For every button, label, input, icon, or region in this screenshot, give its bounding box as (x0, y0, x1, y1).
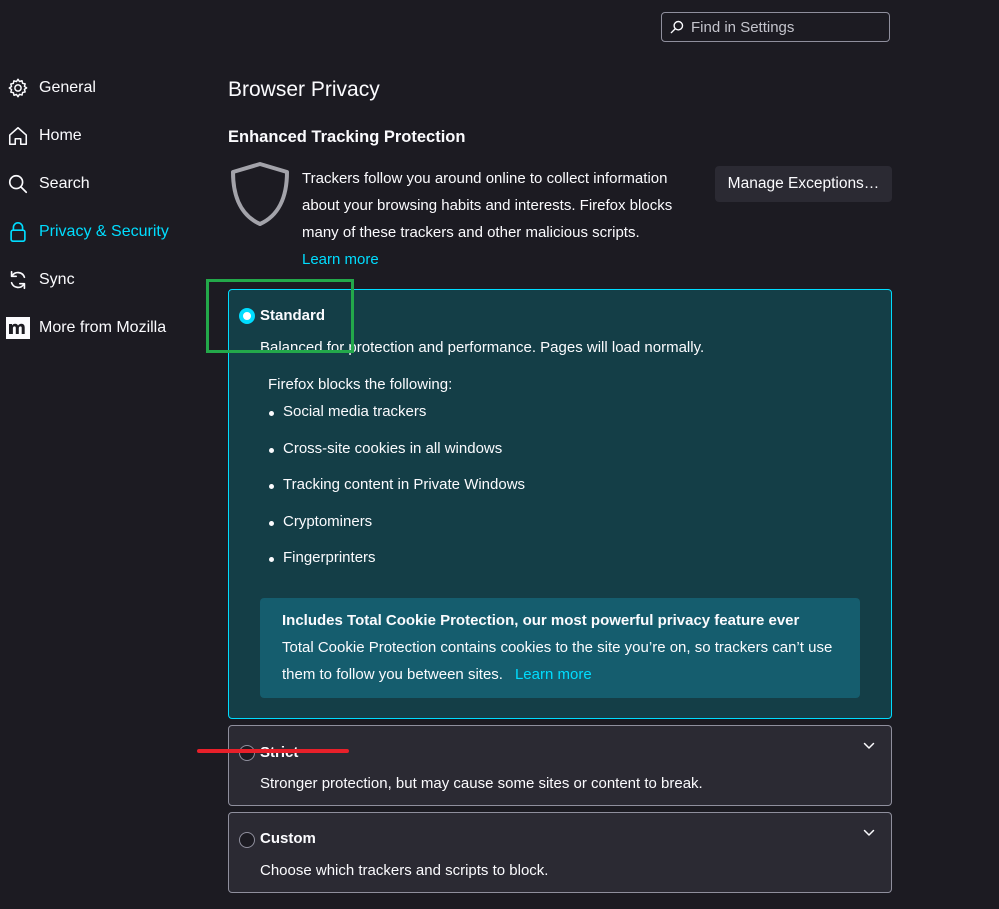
standard-title: Standard (260, 307, 326, 324)
strict-protection-card[interactable]: Strict Stronger protection, but may caus… (228, 725, 892, 806)
list-item: Cryptominers (268, 513, 525, 550)
list-item-label: Fingerprinters (283, 549, 376, 566)
sidebar-item-general[interactable]: General (6, 73, 96, 103)
list-item: Fingerprinters (268, 549, 525, 586)
search-icon (670, 20, 684, 34)
etp-description-block: Trackers follow you around online to col… (302, 165, 692, 273)
list-item: Social media trackers (268, 403, 525, 440)
settings-search-field[interactable] (661, 12, 890, 42)
etp-description: Trackers follow you around online to col… (302, 170, 673, 241)
strict-radio[interactable] (239, 745, 255, 761)
etp-heading: Enhanced Tracking Protection (228, 128, 466, 146)
chevron-down-icon[interactable] (863, 742, 875, 750)
custom-title: Custom (260, 830, 316, 847)
bullet-icon (269, 447, 274, 453)
list-item-label: Tracking content in Private Windows (283, 476, 526, 493)
search-input[interactable] (689, 17, 883, 37)
list-item-label: Social media trackers (283, 403, 427, 420)
sidebar-item-label: Home (39, 127, 82, 144)
bullet-icon (269, 411, 274, 416)
tcp-title: Includes Total Cookie Protection, our mo… (282, 612, 800, 629)
standard-radio[interactable] (239, 308, 255, 324)
list-item-label: Cryptominers (283, 512, 373, 530)
list-item-label: Cross-site cookies in all windows (283, 439, 503, 457)
list-item: Tracking content in Private Windows (268, 476, 525, 513)
sync-icon (6, 268, 30, 292)
chevron-down-icon[interactable] (863, 829, 875, 837)
search-icon (6, 172, 30, 196)
custom-protection-card[interactable]: Custom Choose which trackers and scripts… (228, 812, 892, 893)
sidebar-item-label: Privacy & Security (39, 223, 169, 240)
sidebar-item-more-from-mozilla[interactable]: More from Mozilla (6, 313, 166, 343)
bullet-icon (269, 520, 274, 526)
shield-icon (229, 160, 291, 232)
sidebar-item-label: General (39, 79, 96, 96)
lock-icon (6, 220, 30, 244)
mozilla-m-icon (6, 316, 30, 340)
etp-learn-more-link[interactable]: Learn more (302, 251, 379, 268)
list-item: Cross-site cookies in all windows (268, 440, 525, 477)
home-icon (6, 124, 30, 148)
gear-icon (6, 76, 30, 100)
tcp-body-block: Total Cookie Protection contains cookies… (282, 634, 838, 688)
sidebar-item-label: More from Mozilla (39, 319, 167, 336)
bullet-icon (269, 557, 274, 562)
sidebar-item-label: Sync (39, 271, 75, 288)
custom-radio[interactable] (239, 832, 255, 848)
sidebar-item-privacy-security[interactable]: Privacy & Security (6, 217, 169, 247)
blocks-heading: Firefox blocks the following: (268, 376, 453, 393)
sidebar-item-label: Search (39, 175, 90, 192)
blocked-list: Social media trackers Cross-site cookies… (268, 403, 525, 586)
sidebar-item-home[interactable]: Home (6, 121, 82, 151)
tcp-learn-more-link[interactable]: Learn more (515, 666, 592, 683)
custom-description: Choose which trackers and scripts to blo… (260, 862, 549, 879)
standard-protection-card[interactable]: Standard Balanced for protection and per… (228, 289, 892, 719)
page-title: Browser Privacy (228, 78, 380, 101)
sidebar-item-search[interactable]: Search (6, 169, 90, 199)
total-cookie-protection-banner: Includes Total Cookie Protection, our mo… (260, 598, 860, 698)
bullet-icon (269, 484, 274, 489)
manage-exceptions-button[interactable]: Manage Exceptions… (715, 166, 892, 202)
strict-description: Stronger protection, but may cause some … (260, 775, 703, 792)
strict-title: Strict (260, 744, 299, 761)
standard-description: Balanced for protection and performance.… (260, 339, 705, 356)
sidebar-item-sync[interactable]: Sync (6, 265, 75, 295)
